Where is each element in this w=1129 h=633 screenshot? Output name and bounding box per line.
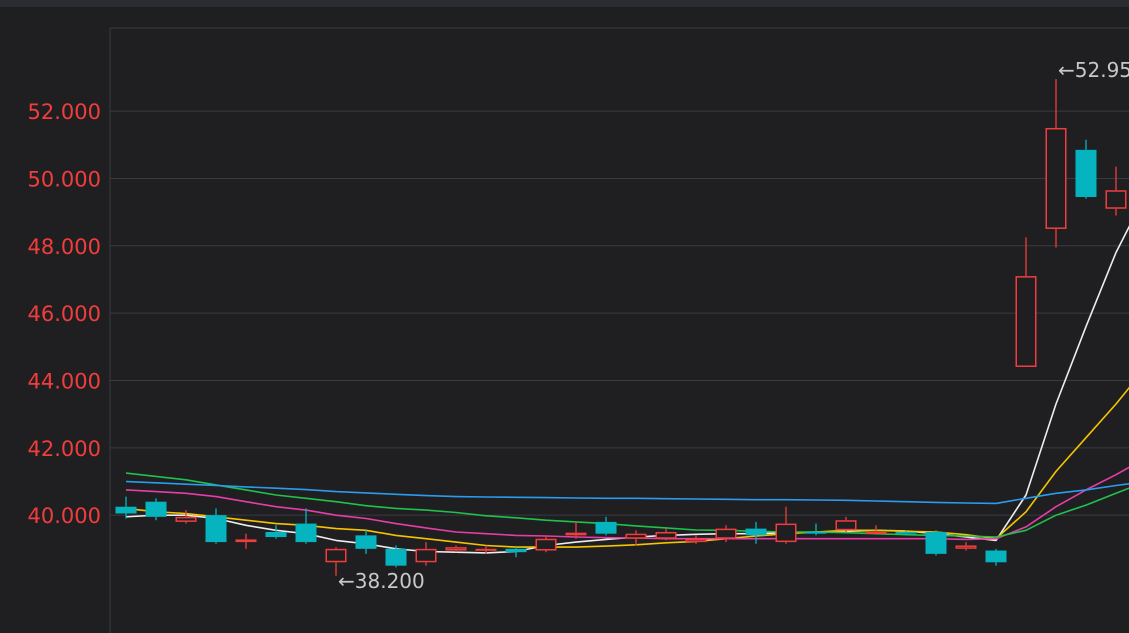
grid-lines xyxy=(110,27,1129,516)
candle xyxy=(1075,139,1097,199)
candle xyxy=(835,516,857,532)
candle xyxy=(535,535,557,553)
moving-average-blue xyxy=(125,480,1129,505)
candle-body-up xyxy=(1015,276,1037,368)
candle xyxy=(175,510,197,524)
high-price-annotation: ←52.950 xyxy=(1058,58,1129,82)
moving-average-white xyxy=(125,225,1129,554)
y-axis-ticks: 52.000 50.000 48.000 46.000 44.000 42.000 40.0… xyxy=(28,100,101,528)
candle xyxy=(1015,237,1037,368)
candle xyxy=(415,542,437,566)
y-tick-label: 48.000 xyxy=(28,235,101,259)
candle-body-down xyxy=(925,531,947,554)
candle xyxy=(145,498,167,521)
candle xyxy=(625,530,647,546)
candle-body-up xyxy=(175,516,197,522)
candle xyxy=(235,533,257,549)
candle-body-down xyxy=(985,550,1007,563)
candlestick-chart: 52.000 50.000 48.000 46.000 44.000 42.000 40.0… xyxy=(28,27,1129,633)
candle xyxy=(205,508,227,544)
candle xyxy=(865,525,887,534)
candle xyxy=(775,506,797,544)
candle-body-up xyxy=(415,548,437,563)
candle xyxy=(1105,166,1127,216)
candle-body-up xyxy=(1105,190,1127,209)
candle xyxy=(925,530,947,556)
candle-body-down xyxy=(115,506,137,514)
y-tick-label: 42.000 xyxy=(28,437,101,461)
candle-body-down xyxy=(805,531,827,534)
candle-body-up xyxy=(535,538,557,551)
candle-body-down xyxy=(595,521,617,534)
candle-body-up xyxy=(715,528,737,539)
candle-body-down xyxy=(145,501,167,517)
y-tick-label: 50.000 xyxy=(28,167,101,191)
candle-body-up xyxy=(475,548,497,551)
candle-body-down xyxy=(505,548,527,553)
candle-body-up xyxy=(835,520,857,531)
candle-body-up xyxy=(625,533,647,539)
candle xyxy=(955,542,977,551)
candle-body-down xyxy=(1075,149,1097,197)
candle xyxy=(805,523,827,536)
candle xyxy=(505,547,527,558)
candle xyxy=(595,516,617,536)
candle xyxy=(1045,79,1067,248)
candle-body-down xyxy=(205,515,227,543)
candle xyxy=(745,521,767,544)
candle-body-up xyxy=(685,538,707,543)
candle-body-up xyxy=(775,523,797,543)
candle-body-up xyxy=(325,548,347,563)
candle xyxy=(655,528,677,541)
candle xyxy=(295,508,317,544)
y-tick-label: 40.000 xyxy=(28,504,101,528)
candle-body-up xyxy=(1045,127,1067,229)
low-price-annotation: ←38.200 xyxy=(338,569,425,593)
moving-average-lines xyxy=(125,225,1129,554)
candle-body-down xyxy=(355,535,377,549)
candle xyxy=(445,545,467,553)
candle xyxy=(355,530,377,554)
candle-body-down xyxy=(295,523,317,543)
candle-body-up xyxy=(955,545,977,549)
candle-body-down xyxy=(895,531,917,534)
candle-body-up xyxy=(865,531,887,534)
y-tick-label: 46.000 xyxy=(28,302,101,326)
candle-body-down xyxy=(265,531,287,538)
y-tick-label: 44.000 xyxy=(28,369,101,393)
candle-body-up xyxy=(655,531,677,539)
candle xyxy=(265,525,287,539)
candle-body-down xyxy=(385,548,407,566)
candle-body-up xyxy=(445,547,467,551)
candles xyxy=(115,79,1127,576)
candle-body-up xyxy=(565,532,587,536)
candle-body-up xyxy=(235,539,257,543)
y-tick-label: 52.000 xyxy=(28,100,101,124)
candle xyxy=(985,548,1007,566)
candle-body-down xyxy=(745,528,767,536)
moving-average-yellow xyxy=(125,386,1129,548)
